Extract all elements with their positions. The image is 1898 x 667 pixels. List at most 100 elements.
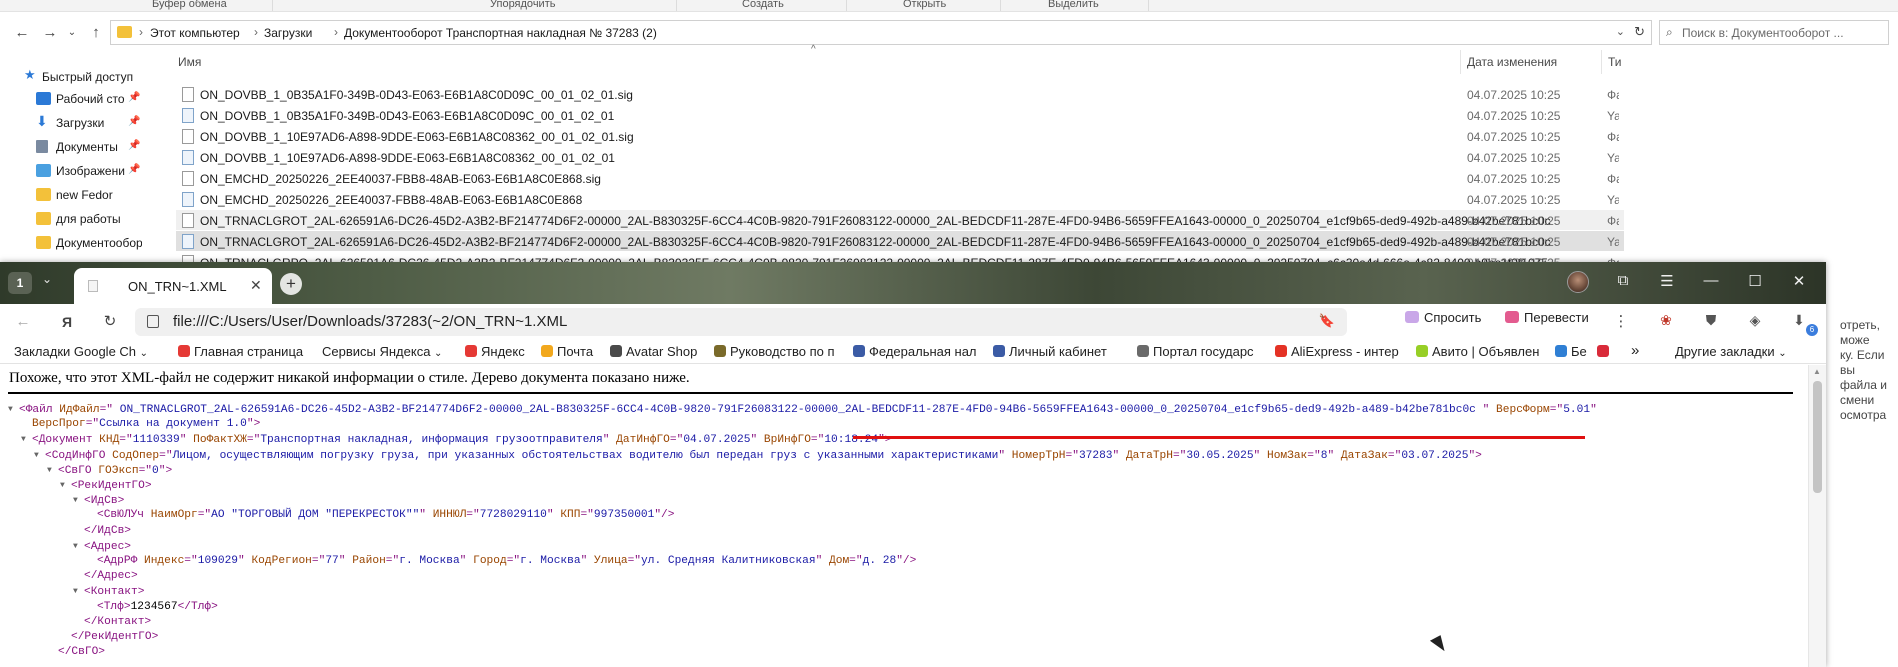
xml-line[interactable]: ▼ <Документ КНД="1110339" ПоФактХЖ="Транс… [21, 432, 892, 447]
breadcrumb-current-folder[interactable]: Документооборот Транспортная накладная №… [344, 26, 657, 40]
collapse-triangle-icon[interactable]: ▼ [73, 493, 84, 508]
bookmark-item[interactable]: Сервисы Яндекса ⌄ [322, 344, 458, 359]
extension-icon[interactable]: ❀ [1655, 312, 1677, 332]
collapse-triangle-icon[interactable]: ▼ [73, 584, 84, 599]
collapse-triangle-icon[interactable]: ▼ [60, 478, 71, 493]
address-bar[interactable]: file:///C:/Users/User/Downloads/37283(~2… [135, 308, 1347, 336]
breadcrumb-chevron-icon[interactable]: › [139, 25, 143, 39]
back-arrow-icon[interactable]: ← [12, 23, 32, 43]
file-row[interactable]: ON_DOVBB_1_0B35A1F0-349B-0D43-E063-E6B1A… [176, 84, 1624, 104]
bookmark-item[interactable]: AliExpress - интер [1275, 344, 1411, 359]
file-row[interactable]: ON_EMCHD_20250226_2EE40037-FBB8-48AB-E06… [176, 189, 1624, 209]
bookmark-item[interactable]: Портал государс [1137, 344, 1267, 359]
bookmark-item[interactable]: Бе [1555, 344, 1591, 359]
column-header-date[interactable]: Дата изменения [1467, 55, 1557, 79]
scrollbar-thumb[interactable] [1813, 381, 1822, 493]
tab-active[interactable]: ON_TRN~1.XML ✕ [74, 268, 272, 304]
file-type: Фа [1607, 130, 1619, 144]
file-row[interactable]: ON_TRNACLGROT_2AL-626591A6-DC26-45D2-A3B… [176, 210, 1624, 230]
xml-tag-text: =" [138, 464, 153, 477]
bookmark-item[interactable]: Федеральная нал [853, 344, 981, 359]
refresh-icon[interactable]: ↻ [1634, 24, 1645, 40]
bookmark-item[interactable]: Закладки Google Ch ⌄ [14, 344, 156, 359]
bookmark-item[interactable]: Авито | Объявлен [1416, 344, 1548, 359]
url-text[interactable]: file:///C:/Users/User/Downloads/37283(~2… [173, 313, 567, 330]
nav-item-quick-access[interactable]: ★ Быстрый доступ [0, 66, 145, 88]
bookmarks-overflow-icon[interactable]: » [1631, 342, 1653, 359]
explorer-search-box[interactable]: ⌕ Поиск в: Документооборот ... [1659, 20, 1889, 45]
xml-attr-value: г. Москва [520, 555, 581, 567]
minimize-icon[interactable]: — [1701, 272, 1721, 289]
up-arrow-icon[interactable]: ↑ [86, 23, 106, 43]
collapse-triangle-icon[interactable]: ▼ [73, 539, 84, 554]
close-tab-icon[interactable]: ✕ [250, 277, 262, 294]
nav-item-new-fedor[interactable]: new Fedor [0, 184, 145, 206]
shield-icon[interactable]: ⛊ [1700, 312, 1722, 332]
bookmark-item[interactable]: Avatar Shop [610, 344, 702, 359]
xml-line[interactable]: ▼ <СвГО ГОЭксп="0"> [47, 463, 172, 478]
avatar[interactable] [1567, 271, 1589, 293]
bookmark-item[interactable]: Яндекс [465, 344, 531, 359]
xml-line[interactable]: ▼ <РекИдентГО> [60, 478, 152, 493]
translate-button[interactable]: Перевести [1505, 310, 1589, 335]
xml-line[interactable]: ▼ <Файл ИдФайл=" ON_TRNACLGROT_2AL-626591… [8, 402, 1597, 417]
column-header-name[interactable]: Имя [178, 55, 201, 79]
nav-item-downloads[interactable]: ⬇ Загрузки 📌 [0, 112, 145, 134]
new-tab-button[interactable]: + [280, 273, 302, 295]
nav-item-for-work[interactable]: для работы [0, 208, 145, 230]
bookmark-item[interactable]: Почта [541, 344, 603, 359]
yandex-icon[interactable]: Я [56, 312, 78, 332]
file-row[interactable]: ON_EMCHD_20250226_2EE40037-FBB8-48AB-E06… [176, 168, 1624, 188]
tab-counter[interactable]: 1 [8, 272, 32, 294]
tabs-chevron-down-icon[interactable]: ⌄ [42, 272, 52, 286]
close-window-icon[interactable]: ✕ [1789, 272, 1809, 290]
breadcrumb-downloads[interactable]: Загрузки [264, 26, 312, 40]
column-header-type[interactable]: Ти [1608, 55, 1622, 79]
column-divider[interactable] [1601, 50, 1602, 74]
ask-button[interactable]: Спросить [1405, 310, 1481, 335]
reload-icon[interactable]: ↻ [99, 312, 121, 332]
collapse-triangle-icon[interactable]: ▼ [34, 448, 45, 463]
xml-line[interactable]: ▼ <ИдСв> [73, 493, 124, 508]
forward-arrow-icon[interactable]: → [40, 23, 60, 43]
xml-attr-value: 7728029110 [479, 509, 547, 522]
nav-item-documents[interactable]: Документы 📌 [0, 136, 145, 158]
bookmark-item[interactable] [1597, 344, 1623, 359]
scroll-up-icon[interactable]: ▲ [1813, 367, 1821, 376]
bookmark-item[interactable]: Руководство по п [714, 344, 846, 359]
nav-item-docflow[interactable]: Документообор [0, 232, 145, 254]
recent-chevron-icon[interactable]: ⌄ [62, 23, 82, 43]
menu-icon[interactable]: ☰ [1657, 272, 1677, 290]
more-vertical-icon[interactable]: ⋮ [1610, 312, 1632, 332]
column-divider[interactable] [1460, 50, 1461, 74]
vertical-scrollbar[interactable]: ▲ [1808, 365, 1826, 667]
ask-label: Спросить [1424, 310, 1482, 325]
xml-line[interactable]: ▼ <Контакт> [73, 584, 144, 599]
collapse-triangle-icon[interactable]: ▼ [8, 402, 19, 417]
file-row[interactable]: ON_TRNACLGROT_2AL-626591A6-DC26-45D2-A3B… [176, 231, 1624, 251]
maximize-icon[interactable]: ☐ [1745, 272, 1765, 290]
xml-tag-text: =" [810, 434, 825, 447]
file-row[interactable]: ON_DOVBB_1_10E97AD6-A898-9DDE-E063-E6B1A… [176, 126, 1624, 146]
collections-icon[interactable]: ⧉ [1613, 272, 1633, 289]
collapse-triangle-icon[interactable]: ▼ [47, 463, 58, 478]
xml-line[interactable]: ▼ <Адрес> [73, 539, 131, 554]
file-row[interactable]: ON_DOVBB_1_0B35A1F0-349B-0D43-E063-E6B1A… [176, 105, 1624, 125]
breadcrumb-this-pc[interactable]: Этот компьютер [150, 26, 240, 40]
bookmark-item[interactable]: Главная страница [178, 344, 316, 359]
bookmark-icon[interactable]: 🔖 [1319, 313, 1335, 329]
apps-icon[interactable]: ◈ [1744, 312, 1766, 332]
other-bookmarks-folder[interactable]: Другие закладки ⌄ [1675, 344, 1787, 359]
back-arrow-icon[interactable]: ← [12, 312, 34, 332]
collapse-triangle-icon[interactable]: ▼ [21, 432, 32, 447]
xml-attr-name: Улица [594, 555, 628, 567]
breadcrumb-chevron-icon[interactable]: › [254, 25, 258, 39]
address-dropdown-icon[interactable]: ⌄ [1616, 25, 1625, 38]
breadcrumb-chevron-icon[interactable]: › [334, 25, 338, 39]
nav-item-images[interactable]: Изображени 📌 [0, 160, 145, 182]
file-row[interactable]: ON_DOVBB_1_10E97AD6-A898-9DDE-E063-E6B1A… [176, 147, 1624, 167]
bookmark-item[interactable]: Личный кабинет [993, 344, 1129, 359]
explorer-address-bar[interactable]: › Этот компьютер › Загрузки › Документоо… [110, 20, 1652, 45]
nav-item-desktop[interactable]: Рабочий сто 📌 [0, 88, 145, 110]
xml-line[interactable]: ▼ <СодИнфГО СодОпер="Лицом, осуществляющи… [34, 448, 1482, 463]
